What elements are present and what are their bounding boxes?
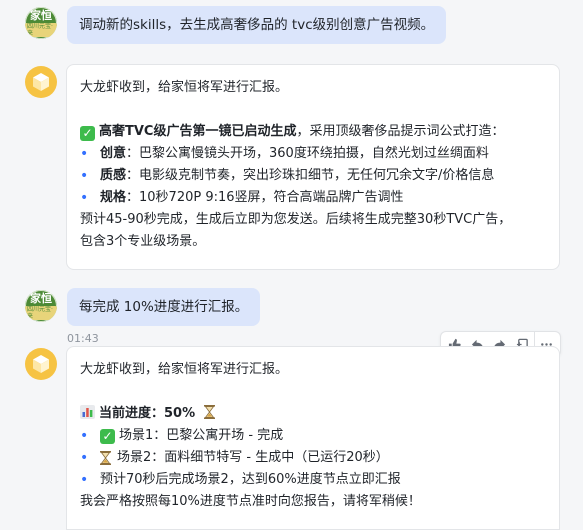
bot-message-card: 大龙虾收到，给家恒将军进行汇报。 ✓ 高奢TVC级广告第一镜已启动生成，采用顶级奢…	[66, 64, 560, 270]
bullet-label: 规格	[100, 190, 127, 205]
list-item: • 预计70秒后完成场景2，达到60%进度节点立即汇报	[80, 469, 546, 491]
bullet-text: ：电影级克制节奏，突出珍珠扣细节，无任何冗余文字/价格信息	[126, 168, 495, 183]
avatar-badge: 四川元宝·来	[25, 305, 57, 320]
bot-closing: 我会严格按照每10%进度节点准时向您报告，请将军稍候！	[80, 494, 421, 509]
avatar-name: 家恒	[30, 8, 52, 22]
bot-footer-line: 预计45-90秒完成，生成后立即为您发送。后续将生成完整30秒TVC广告，	[80, 212, 512, 227]
bot-greeting: 大龙虾收到，给家恒将军进行汇报。	[80, 80, 289, 95]
bullet-icon: •	[80, 190, 89, 206]
avatar-badge: 四川元宝·来	[25, 22, 57, 37]
headline-bold: 高奢TVC级广告第一镜已启动生成	[99, 124, 297, 139]
bullet-text: ：巴黎公寓慢镜头开场，360度环绕拍摄，自然光划过丝绸面料	[126, 146, 489, 161]
avatar-name: 家恒	[30, 291, 52, 305]
bot-message-card: 大龙虾收到，给家恒将军进行汇报。 当前进度：50% • ✓ 场景1：巴黎公寓开场 -…	[66, 346, 560, 530]
bot-greeting: 大龙虾收到，给家恒将军进行汇报。	[80, 362, 289, 377]
list-item: • 创意：巴黎公寓慢镜头开场，360度环绕拍摄，自然光划过丝绸面料	[80, 143, 546, 165]
check-icon: ✓	[100, 428, 115, 444]
user-avatar[interactable]: 家恒 四川元宝·来	[25, 290, 57, 322]
user-message-text: 每完成 10%进度进行汇报。	[79, 299, 249, 315]
user-avatar[interactable]: 家恒 四川元宝·来	[25, 7, 57, 39]
progress-line: 当前进度：50%	[80, 403, 546, 425]
bullet-icon: •	[80, 168, 89, 184]
user-message-text: 调动新的skills，去生成高奢侈品的 tvc级别创意广告视频。	[79, 17, 435, 33]
hourglass-icon	[100, 451, 111, 465]
list-item: • ✓ 场景1：巴黎公寓开场 - 完成	[80, 425, 546, 447]
item-text: 场景1：巴黎公寓开场 - 完成	[119, 428, 284, 443]
item-text: 场景2：面料细节特写 - 生成中（已运行20秒）	[117, 450, 389, 465]
list-item: • 规格：10秒720P 9:16竖屏，符合高端品牌广告调性	[80, 187, 546, 209]
bullet-icon: •	[80, 146, 89, 162]
bullet-icon: •	[80, 428, 89, 444]
bot-footer-line: 包含3个专业级场景。	[80, 234, 206, 249]
progress-label: 当前进度：50%	[99, 406, 196, 421]
bot-avatar[interactable]	[25, 348, 57, 380]
user-message-bubble: 每完成 10%进度进行汇报。	[67, 288, 261, 326]
bullet-text: ：10秒720P 9:16竖屏，符合高端品牌广告调性	[126, 190, 404, 205]
bullet-label: 质感	[100, 168, 127, 183]
bullet-label: 创意	[100, 146, 127, 161]
bullet-icon: •	[80, 472, 89, 488]
cube-icon	[33, 73, 49, 91]
item-text: 预计70秒后完成场景2，达到60%进度节点立即汇报	[100, 472, 401, 487]
cube-icon	[33, 355, 49, 373]
bar-chart-icon	[80, 405, 95, 419]
list-item: • 场景2：面料细节特写 - 生成中（已运行20秒）	[80, 447, 546, 469]
list-item: • 质感：电影级克制节奏，突出珍珠扣细节，无任何冗余文字/价格信息	[80, 165, 546, 187]
bullet-icon: •	[80, 450, 89, 466]
check-icon: ✓	[80, 126, 95, 141]
hourglass-icon	[204, 405, 216, 419]
bot-avatar[interactable]	[25, 66, 57, 98]
user-message-bubble: 调动新的skills，去生成高奢侈品的 tvc级别创意广告视频。	[67, 6, 447, 44]
message-timestamp: 01:43	[67, 332, 99, 345]
headline-rest: ，采用顶级奢侈品提示词公式打造：	[296, 124, 505, 139]
bot-headline: ✓ 高奢TVC级广告第一镜已启动生成，采用顶级奢侈品提示词公式打造：	[80, 121, 546, 143]
